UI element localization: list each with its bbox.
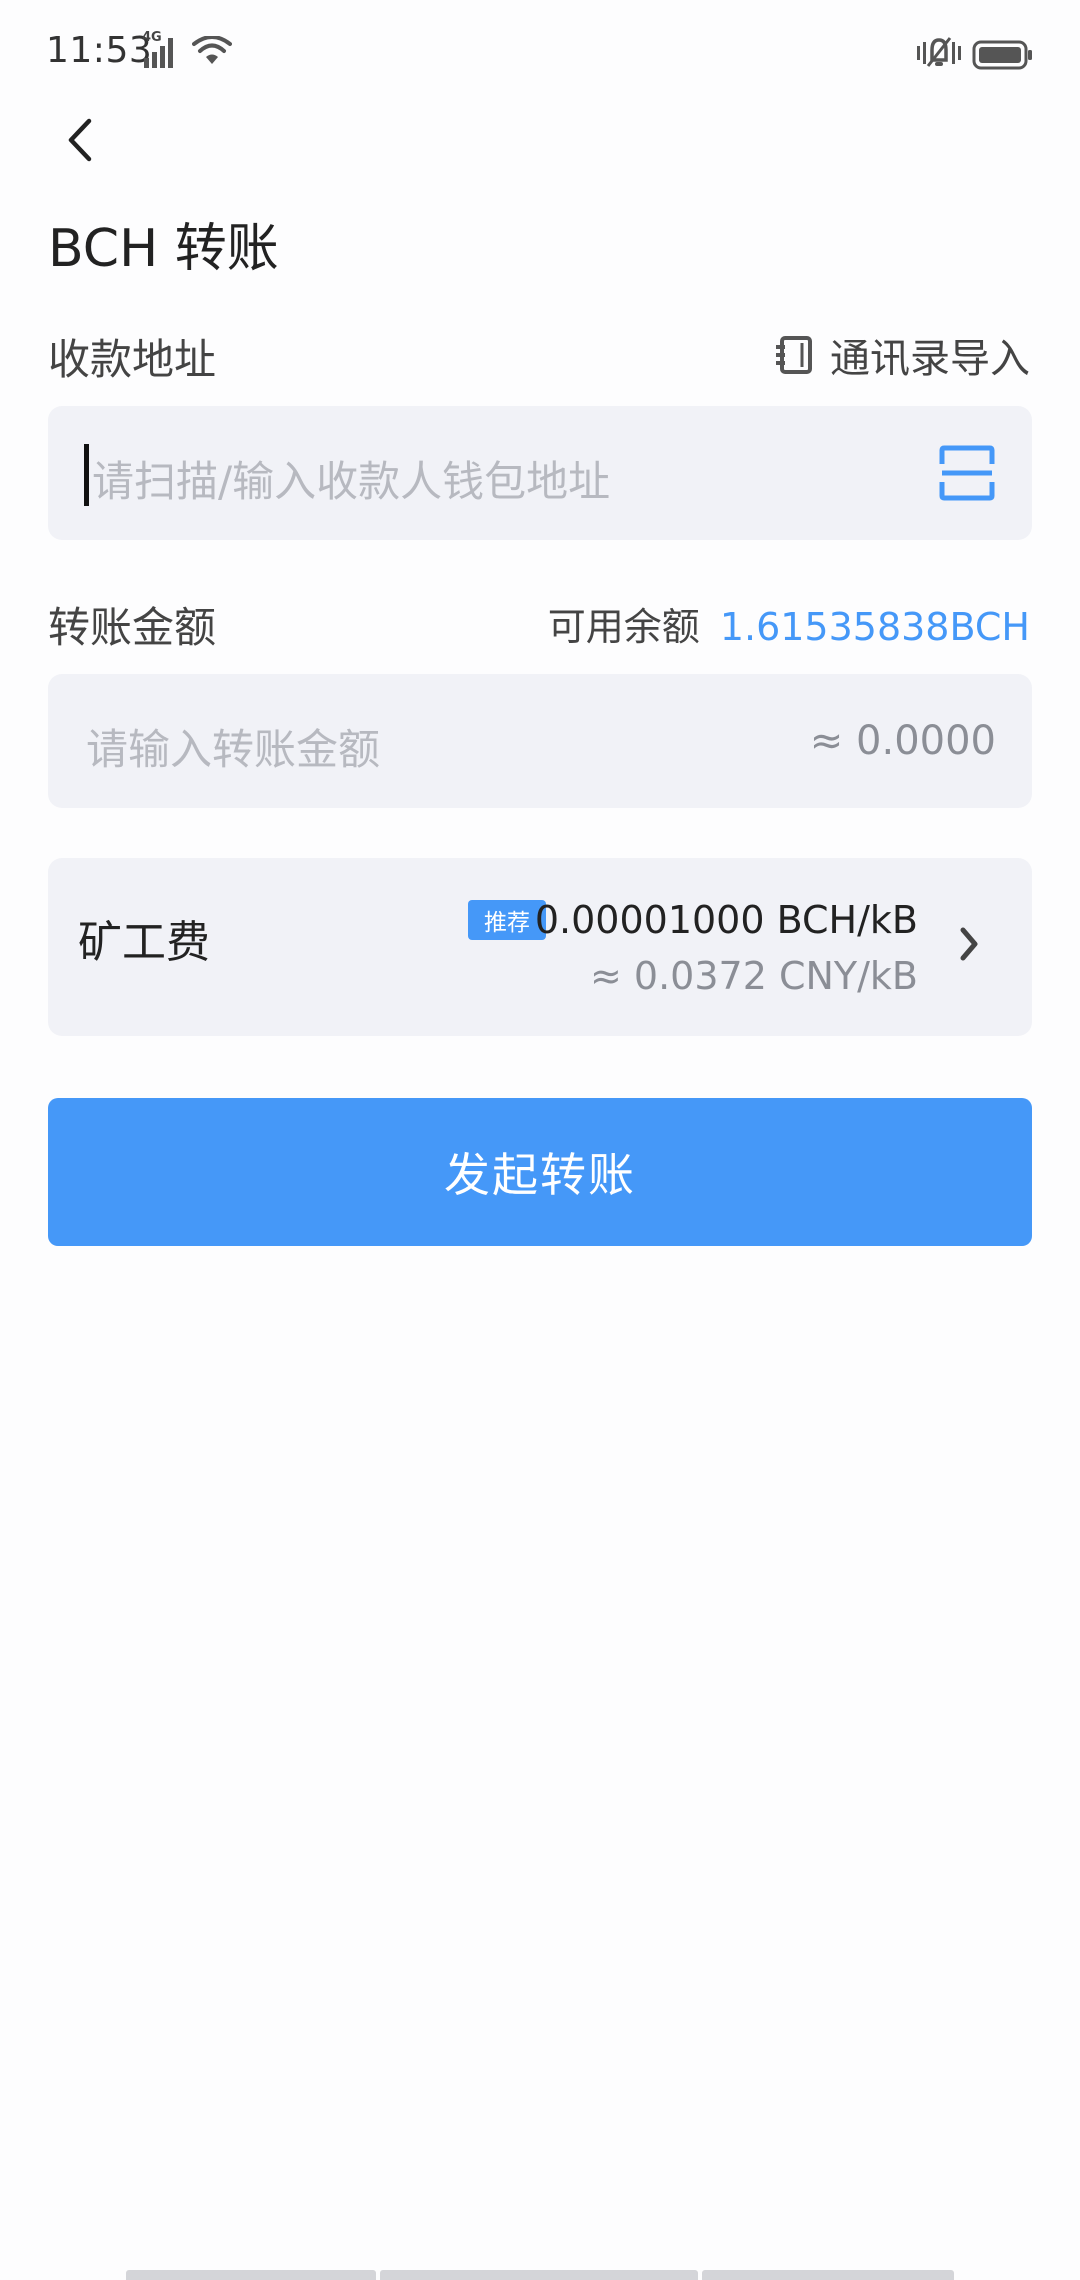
page-title: BCH 转账	[48, 219, 279, 279]
cellular-signal-icon: 4G	[142, 30, 182, 70]
vibrate-mode-icon	[916, 36, 962, 74]
balance-value: 1.61535838BCH	[719, 605, 1030, 649]
wifi-icon	[192, 35, 232, 72]
address-input[interactable]: 请扫描/输入收款人钱包地址	[48, 406, 1032, 540]
balance-label: 可用余额	[547, 605, 700, 649]
miner-fee-label: 矿工费	[78, 917, 210, 968]
contacts-book-icon	[776, 335, 816, 375]
nav-segment[interactable]	[126, 2270, 376, 2280]
system-nav-bar	[0, 2266, 1080, 2280]
battery-icon	[972, 40, 1034, 74]
amount-input[interactable]: 请输入转账金额 ≈ 0.0000	[48, 674, 1032, 808]
address-placeholder: 请扫描/输入收款人钱包地址	[92, 457, 611, 506]
nav-segment[interactable]	[380, 2270, 698, 2280]
nav-segment[interactable]	[702, 2270, 954, 2280]
import-contacts-button[interactable]: 通讯录导入	[776, 326, 1030, 384]
status-time: 11:53	[46, 30, 153, 71]
chevron-right-icon	[958, 926, 980, 966]
scan-qr-button[interactable]	[938, 444, 996, 502]
start-transfer-button[interactable]: 发起转账	[48, 1098, 1032, 1246]
status-bar: 11:53 4G	[0, 0, 1080, 110]
import-contacts-label: 通讯录导入	[830, 336, 1030, 382]
amount-approx-value: ≈ 0.0000	[809, 718, 996, 764]
amount-label: 转账金额	[48, 603, 217, 652]
available-balance: 可用余额 1.61535838BCH	[548, 596, 1030, 651]
fee-cny-value: ≈ 0.0372 CNY/kB	[589, 954, 918, 998]
network-type-label: 4G	[142, 30, 162, 45]
fee-bch-value: 0.00001000 BCH/kB	[534, 898, 918, 942]
amount-placeholder: 请输入转账金额	[86, 725, 381, 774]
text-cursor	[84, 444, 89, 506]
back-button[interactable]	[52, 112, 108, 168]
address-label: 收款地址	[48, 335, 217, 384]
miner-fee-selector[interactable]: 矿工费 推荐 0.00001000 BCH/kB ≈ 0.0372 CNY/kB	[48, 858, 1032, 1036]
chevron-left-icon	[68, 118, 92, 162]
scan-icon	[939, 445, 995, 501]
